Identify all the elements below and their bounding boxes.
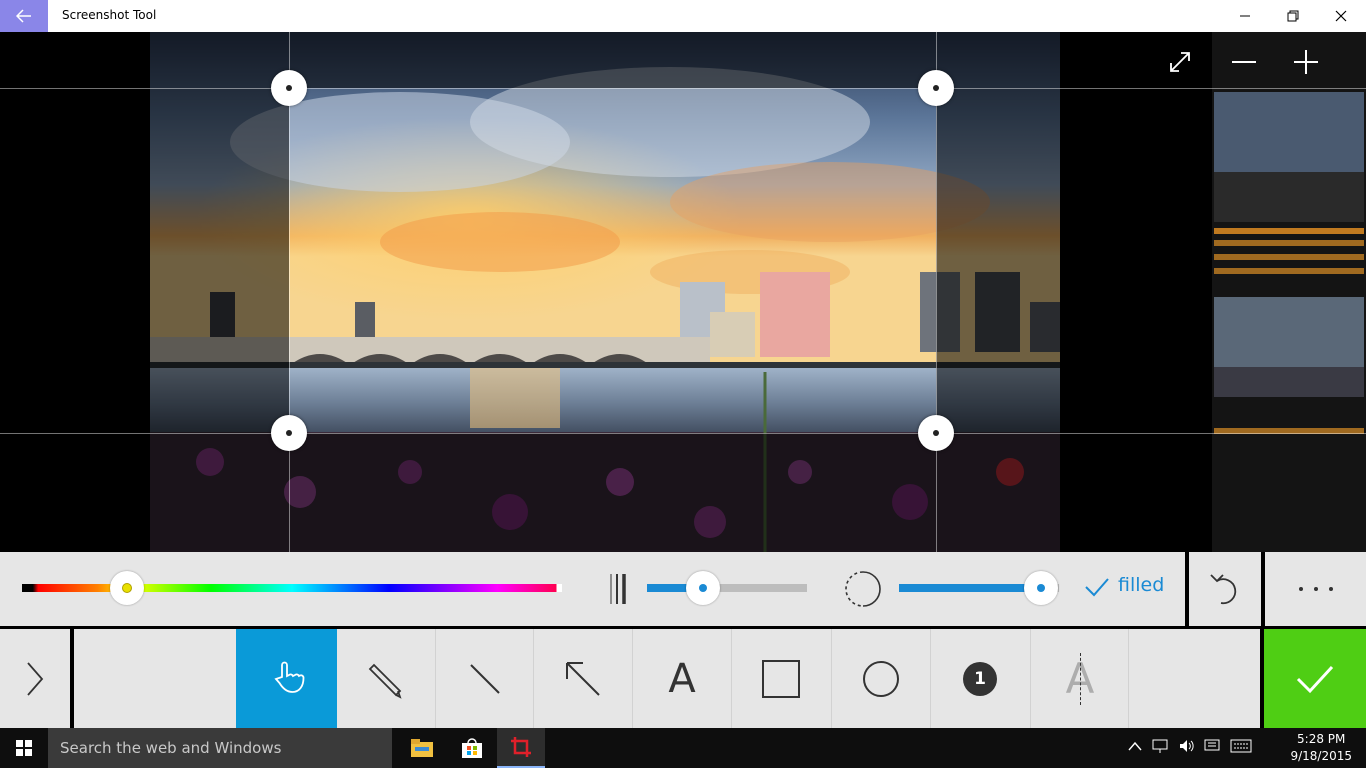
zoom-in-icon xyxy=(1294,50,1318,74)
back-button[interactable] xyxy=(0,0,48,32)
line-icon xyxy=(470,663,500,694)
line-thickness-icon xyxy=(610,574,626,604)
fit-screen-button[interactable] xyxy=(1160,44,1200,80)
start-button[interactable] xyxy=(0,728,48,768)
opacity-slider-fill xyxy=(899,584,1041,592)
editing-canvas[interactable] xyxy=(0,32,1366,552)
action-center-icon[interactable] xyxy=(1204,738,1220,754)
arrow-icon xyxy=(566,661,600,696)
crop-guide-left xyxy=(289,32,290,552)
zoom-out-icon xyxy=(1232,61,1256,63)
taskbar: Search the web and Windows 5:28 PM 9/18/… xyxy=(0,728,1366,768)
more-options-button[interactable] xyxy=(1265,552,1366,626)
network-icon[interactable] xyxy=(1152,738,1168,754)
text-tool-button[interactable]: A xyxy=(632,629,731,728)
crop-mask-bottom xyxy=(0,433,1212,552)
store-bag-icon xyxy=(462,738,482,758)
minimize-button[interactable] xyxy=(1222,0,1268,32)
clock[interactable]: 5:28 PM 9/18/2015 xyxy=(1290,731,1352,765)
pencil-icon xyxy=(368,663,402,699)
line-tool-button[interactable] xyxy=(435,629,534,728)
hand-tool-button[interactable] xyxy=(236,629,337,728)
close-button[interactable] xyxy=(1318,0,1364,32)
screenshot-tool-taskbar-button[interactable] xyxy=(497,728,545,768)
filled-label: filled xyxy=(1118,574,1165,596)
arrow-tool-button[interactable] xyxy=(533,629,632,728)
zoom-out-button[interactable] xyxy=(1224,44,1264,80)
ellipse-tool-button[interactable] xyxy=(831,629,930,728)
ellipse-icon xyxy=(863,660,899,697)
system-tray xyxy=(1128,738,1252,754)
crop-mask-top xyxy=(0,32,1212,88)
app-title: Screenshot Tool xyxy=(62,8,157,22)
crop-guide-right xyxy=(936,32,937,552)
undo-button[interactable] xyxy=(1189,552,1261,626)
store-taskbar-button[interactable] xyxy=(448,728,496,768)
chevron-up-icon[interactable] xyxy=(1128,741,1142,751)
checkmark-icon xyxy=(1085,578,1109,597)
minimize-icon xyxy=(1240,15,1250,17)
close-icon xyxy=(1335,10,1347,22)
drawing-tools-bar: A 1 A xyxy=(0,626,1366,728)
number-badge-icon: 1 xyxy=(963,661,997,696)
crop-handle-top-left[interactable] xyxy=(271,70,307,106)
file-explorer-taskbar-button[interactable] xyxy=(398,728,446,768)
expand-panel-button[interactable] xyxy=(0,629,70,728)
clock-date: 9/18/2015 xyxy=(1290,749,1352,763)
crop-guide-bottom xyxy=(0,433,1366,434)
volume-icon[interactable] xyxy=(1178,738,1194,754)
clock-time: 5:28 PM xyxy=(1297,732,1346,746)
color-spectrum-slider[interactable] xyxy=(22,584,562,592)
crop-app-icon xyxy=(511,737,531,757)
crop-mask-right xyxy=(936,88,1212,433)
text-icon: A xyxy=(668,655,696,702)
checkmark-icon xyxy=(1296,665,1334,693)
thickness-slider-thumb[interactable] xyxy=(686,571,720,605)
divider xyxy=(70,629,74,728)
crop-handle-bottom-left[interactable] xyxy=(271,415,307,451)
crop-handle-bottom-right[interactable] xyxy=(918,415,954,451)
search-box[interactable]: Search the web and Windows xyxy=(48,728,392,768)
chevron-right-icon xyxy=(27,661,44,696)
rectangle-tool-button[interactable] xyxy=(731,629,830,728)
opacity-icon xyxy=(845,571,881,607)
counter-label: 1 xyxy=(974,668,986,689)
crop-guide-top xyxy=(0,88,1366,89)
folder-icon xyxy=(411,739,433,757)
back-arrow-icon xyxy=(16,9,31,23)
search-placeholder: Search the web and Windows xyxy=(60,739,282,757)
divider xyxy=(1128,629,1129,728)
filled-toggle[interactable]: filled xyxy=(1082,570,1172,606)
more-icon xyxy=(1298,587,1333,591)
thumbnail-preview xyxy=(1212,32,1366,552)
keyboard-icon[interactable] xyxy=(1230,739,1252,753)
zoom-in-button[interactable] xyxy=(1286,44,1326,80)
crop-mask-left xyxy=(0,88,289,433)
restore-button[interactable] xyxy=(1270,0,1316,32)
counter-tool-button[interactable]: 1 xyxy=(930,629,1029,728)
blur-text-icon: A xyxy=(1060,652,1100,705)
rectangle-icon xyxy=(762,659,800,698)
expand-icon xyxy=(1170,52,1190,72)
crop-handle-top-right[interactable] xyxy=(918,70,954,106)
blur-tool-button[interactable]: A xyxy=(1030,629,1129,728)
title-bar: Screenshot Tool xyxy=(0,0,1366,32)
confirm-button[interactable] xyxy=(1264,629,1366,728)
hand-pan-icon xyxy=(273,661,304,693)
pencil-tool-button[interactable] xyxy=(337,629,435,728)
opacity-slider-thumb[interactable] xyxy=(1024,571,1058,605)
color-slider-thumb[interactable] xyxy=(110,571,144,605)
tool-options-bar: filled xyxy=(0,552,1366,626)
restore-icon xyxy=(1287,10,1299,22)
undo-icon xyxy=(1210,574,1237,605)
windows-logo-icon xyxy=(16,740,32,756)
